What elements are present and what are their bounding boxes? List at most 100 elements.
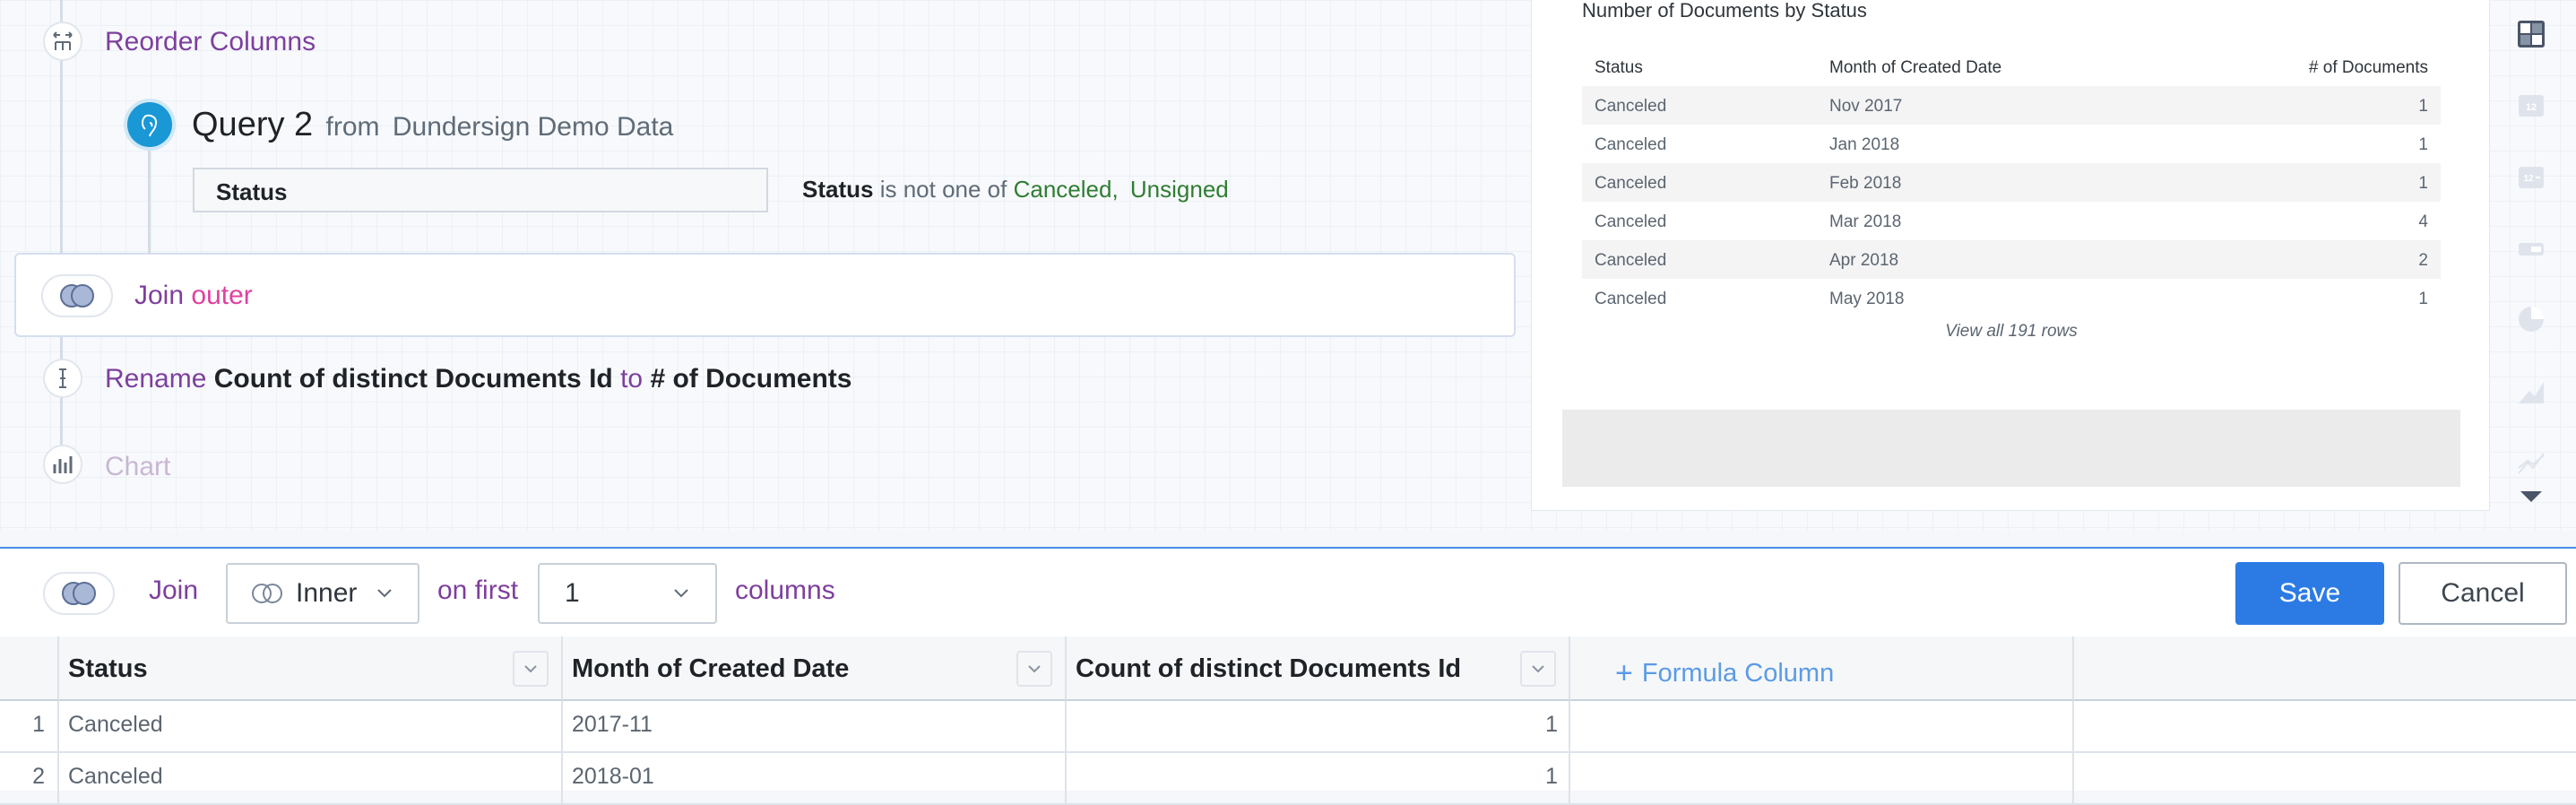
- preview-cell: 1: [2418, 97, 2428, 116]
- preview-cell: Jan 2018: [1829, 135, 1900, 154]
- preview-cell: Mar 2018: [1829, 212, 1902, 231]
- pivot-table-icon[interactable]: [2517, 20, 2546, 48]
- preview-title: Number of Documents by Status: [1582, 0, 1867, 22]
- rename-label: Rename: [105, 364, 207, 394]
- save-button[interactable]: Save: [2235, 562, 2384, 625]
- preview-cell: Canceled: [1595, 212, 1667, 231]
- preview-cell: 1: [2418, 174, 2428, 193]
- join-venn-icon: [41, 274, 113, 317]
- cell-text: 2018-01: [572, 764, 654, 789]
- preview-row: Canceled Jan 2018 1: [1582, 125, 2441, 163]
- column-header-month[interactable]: Month of Created Date: [563, 636, 1067, 701]
- query-title[interactable]: Query 2: [192, 106, 313, 143]
- preview-header-row: Status Month of Created Date # of Docume…: [1582, 48, 2441, 86]
- preview-row: Canceled Mar 2018 4: [1582, 202, 2441, 240]
- data-grid: Status Month of Created Date Count of di…: [0, 636, 2576, 805]
- chevron-down-icon: [1028, 665, 1041, 673]
- join-step-card[interactable]: Join outer: [14, 253, 1516, 337]
- preview-cell: Canceled: [1595, 97, 1667, 116]
- chart-step-label[interactable]: Chart: [105, 452, 170, 482]
- cell-text: Canceled: [68, 764, 163, 789]
- preview-cell: May 2018: [1829, 290, 1905, 308]
- chevron-down-icon: [1532, 665, 1544, 673]
- preview-header: # of Documents: [2308, 58, 2428, 77]
- query-from-label: from: [325, 112, 380, 142]
- row-number-text: 1: [32, 712, 45, 737]
- filter-column-name: Status: [802, 176, 874, 203]
- column-header-count[interactable]: Count of distinct Documents Id: [1067, 636, 1570, 701]
- row-number: 2: [0, 753, 59, 805]
- column-menu-button[interactable]: [513, 651, 549, 687]
- table-cell[interactable]: 1: [1067, 701, 1570, 753]
- preview-row: Canceled Feb 2018 1: [1582, 163, 2441, 202]
- preview-cell: Apr 2018: [1829, 251, 1899, 270]
- formula-column-button[interactable]: + Formula Column: [1570, 636, 2074, 701]
- table-cell[interactable]: 1: [1067, 753, 1570, 805]
- preview-cell: Canceled: [1595, 174, 1667, 193]
- rename-step[interactable]: Rename Count of distinct Documents Id to…: [105, 364, 851, 394]
- rename-from: Count of distinct Documents Id: [213, 364, 613, 394]
- table-cell: [2074, 701, 2576, 753]
- formula-column-text: Formula Column: [1641, 659, 1835, 688]
- row-number-text: 2: [32, 764, 45, 789]
- column-header-label: Status: [68, 654, 148, 683]
- table-cell[interactable]: 2018-01: [563, 753, 1067, 805]
- cell-text: 2017-11: [572, 712, 653, 737]
- preview-row: Canceled Nov 2017 1: [1582, 86, 2441, 125]
- preview-cell: Feb 2018: [1829, 174, 1902, 193]
- join-type-select[interactable]: Inner: [226, 563, 419, 624]
- preview-header: Status: [1595, 58, 1643, 77]
- rename-cursor-icon[interactable]: [43, 359, 82, 398]
- pie-chart-icon[interactable]: [2517, 305, 2546, 333]
- number-trend-icon[interactable]: 12: [2517, 163, 2546, 192]
- preview-cell: 4: [2418, 212, 2428, 231]
- preview-cell: Canceled: [1595, 251, 1667, 270]
- query-source[interactable]: Dundersign Demo Data: [393, 112, 674, 142]
- table-cell: [1570, 753, 2074, 805]
- column-menu-button[interactable]: [1520, 651, 1556, 687]
- bar-chart-icon[interactable]: [43, 445, 82, 484]
- line-chart-icon[interactable]: [2517, 448, 2546, 477]
- empty-header-cell: [2074, 636, 2576, 701]
- columns-label: columns: [735, 576, 835, 605]
- cell-text: Canceled: [68, 712, 163, 737]
- filter-condition[interactable]: Status is not one of Canceled, Unsigned: [802, 176, 1229, 203]
- preview-cell: 1: [2418, 290, 2428, 308]
- reorder-columns-label[interactable]: Reorder Columns: [105, 27, 316, 57]
- number-icon[interactable]: 12: [2517, 91, 2546, 120]
- preview-table: Status Month of Created Date # of Docume…: [1582, 48, 2441, 341]
- row-number: 1: [0, 701, 59, 753]
- table-cell: [1570, 701, 2074, 753]
- join-editor-toolbar: Join Inner on first 1 columns Save Cance…: [0, 547, 2576, 636]
- rename-to-word: to: [620, 364, 644, 394]
- column-header-label: Month of Created Date: [572, 654, 850, 683]
- reorder-columns-icon[interactable]: [43, 22, 82, 61]
- number-trend-icon-label: 12: [2523, 174, 2534, 184]
- column-menu-button[interactable]: [1016, 651, 1052, 687]
- preview-footer: [1562, 410, 2460, 487]
- preview-cell: 1: [2418, 135, 2428, 154]
- preview-row: Canceled May 2018 1: [1582, 279, 2441, 317]
- preview-cell: Canceled: [1595, 290, 1667, 308]
- table-cell[interactable]: Canceled: [59, 753, 563, 805]
- cell-text: 1: [1545, 712, 1558, 737]
- row-number-header: [0, 636, 59, 701]
- chevron-down-icon: [377, 589, 393, 598]
- filter-column-field[interactable]: Status: [193, 168, 768, 212]
- columns-count-select[interactable]: 1: [538, 563, 717, 624]
- chevron-down-icon: [524, 665, 537, 673]
- column-header-status[interactable]: Status: [59, 636, 563, 701]
- column-header-label: Count of distinct Documents Id: [1076, 654, 1462, 683]
- view-all-rows-link[interactable]: View all 191 rows: [1582, 322, 2441, 342]
- number-icon-label: 12: [2526, 102, 2537, 113]
- progress-icon[interactable]: [2517, 235, 2546, 264]
- more-down-icon[interactable]: [2517, 482, 2546, 511]
- area-chart-icon[interactable]: [2517, 377, 2546, 405]
- filter-value: Unsigned: [1129, 176, 1229, 203]
- cancel-button[interactable]: Cancel: [2399, 562, 2567, 625]
- query-connector: [148, 147, 151, 253]
- table-cell[interactable]: Canceled: [59, 701, 563, 753]
- table-cell[interactable]: 2017-11: [563, 701, 1067, 753]
- query-database-icon[interactable]: [127, 102, 172, 147]
- preview-cell: Nov 2017: [1829, 97, 1903, 116]
